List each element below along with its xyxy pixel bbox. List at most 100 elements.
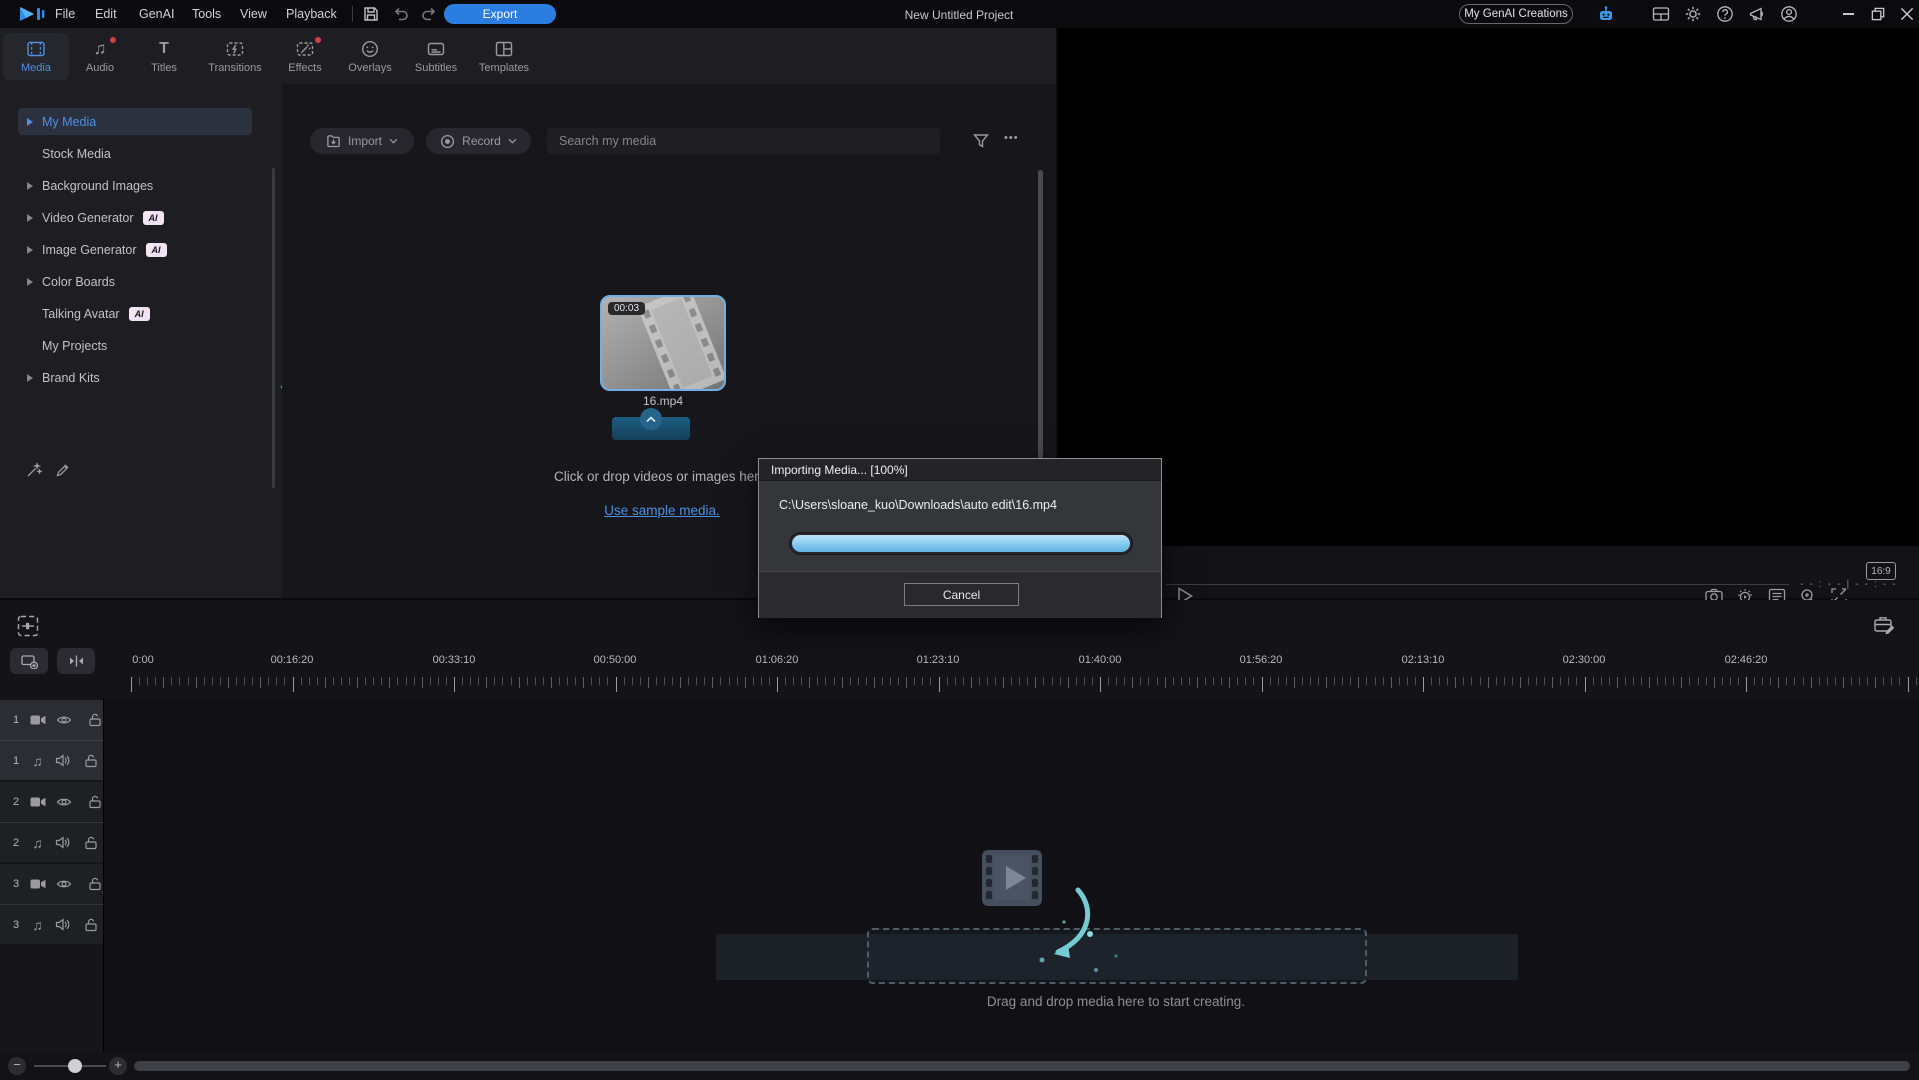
zoom-in-button[interactable]: + — [109, 1057, 127, 1075]
announcement-megaphone-icon[interactable] — [1748, 5, 1766, 23]
import-icon — [326, 134, 341, 149]
add-track-button[interactable] — [10, 648, 48, 674]
track-header-video-1[interactable]: 1 — [0, 700, 103, 740]
eye-visibility-icon[interactable] — [56, 796, 72, 808]
draw-pencil-icon[interactable] — [55, 462, 71, 478]
timeline-track-area[interactable]: Drag and drop media here to start creati… — [104, 698, 1919, 1052]
effects-wand-icon — [295, 39, 315, 59]
toolbox-icon[interactable] — [1872, 612, 1898, 638]
timeline-horizontal-scrollbar[interactable] — [134, 1061, 1910, 1071]
close-button[interactable] — [1897, 5, 1917, 23]
record-icon — [440, 134, 455, 149]
tab-subtitles[interactable]: Subtitles — [403, 33, 469, 80]
tab-effects[interactable]: Effects — [272, 33, 338, 80]
tab-audio[interactable]: ♫ Audio — [67, 33, 133, 80]
track-header-audio-2[interactable]: 2 ♫ — [0, 822, 103, 862]
sidebar-item-background-images[interactable]: Background Images — [18, 172, 252, 199]
filter-funnel-icon[interactable] — [972, 132, 990, 150]
redo-icon[interactable] — [420, 5, 438, 23]
sidebar-item-my-projects[interactable]: My Projects — [18, 332, 252, 359]
sidebar-item-talking-avatar[interactable]: Talking Avatar AI — [18, 300, 252, 327]
cancel-button[interactable]: Cancel — [904, 583, 1019, 606]
import-progress-fill — [792, 535, 1130, 552]
sidebar-item-my-media[interactable]: My Media — [18, 108, 252, 135]
unlock-icon[interactable] — [88, 877, 102, 891]
upload-media-icon — [612, 417, 690, 440]
drop-arrow-graphic-icon — [1020, 838, 1140, 978]
help-icon[interactable] — [1716, 5, 1734, 23]
unlock-icon[interactable] — [84, 918, 98, 932]
importing-media-dialog: Importing Media... [100%] C:\Users\sloan… — [758, 458, 1162, 618]
track-header-audio-1[interactable]: 1 ♫ — [0, 740, 103, 780]
media-clip-thumbnail[interactable]: 00:03 — [600, 295, 726, 391]
account-icon[interactable] — [1780, 5, 1798, 23]
split-clip-button[interactable] — [57, 648, 95, 674]
timeline-section: 0:00 00:16:20 00:33:10 00:50:00 01:06:20… — [0, 600, 1919, 1080]
settings-gear-icon[interactable] — [1684, 5, 1702, 23]
track-header-video-3[interactable]: 3 — [0, 864, 103, 904]
undo-icon[interactable] — [392, 5, 410, 23]
preview-controls-bar: - - : - - | - - : - - — [1058, 546, 1919, 598]
import-button[interactable]: Import — [310, 128, 414, 154]
menu-file[interactable]: File — [55, 7, 75, 21]
chevron-down-icon — [508, 138, 517, 144]
speaker-icon[interactable] — [55, 836, 70, 849]
speaker-icon[interactable] — [55, 754, 70, 767]
save-icon[interactable] — [362, 5, 380, 23]
ai-badge: AI — [146, 243, 167, 257]
preview-seek-bar[interactable] — [1166, 584, 1789, 585]
track-header-video-2[interactable]: 2 — [0, 782, 103, 822]
menu-view[interactable]: View — [240, 7, 267, 21]
record-button[interactable]: Record — [426, 128, 531, 154]
export-button[interactable]: Export — [444, 4, 556, 24]
sidebar-item-stock-media[interactable]: Stock Media — [18, 140, 252, 167]
my-genai-creations-button[interactable]: My GenAI Creations — [1459, 4, 1573, 24]
unlock-icon[interactable] — [88, 795, 102, 809]
video-camera-icon — [30, 796, 46, 808]
titles-icon: T — [159, 39, 169, 59]
unlock-icon[interactable] — [84, 836, 98, 850]
minimize-button[interactable] — [1838, 5, 1858, 23]
menu-genai[interactable]: GenAI — [139, 7, 174, 21]
sidebar-item-image-generator[interactable]: Image Generator AI — [18, 236, 252, 263]
dialog-file-path: C:\Users\sloane_kuo\Downloads\auto edit\… — [779, 498, 1057, 512]
sidebar-scrollbar[interactable] — [272, 168, 275, 488]
track-header-audio-3[interactable]: 3 ♫ — [0, 904, 103, 944]
menu-playback[interactable]: Playback — [286, 7, 337, 21]
tab-transitions[interactable]: Transitions — [202, 33, 268, 80]
preview-video-area[interactable] — [1058, 28, 1919, 546]
aspect-ratio-badge[interactable]: 16:9 — [1866, 562, 1896, 580]
eye-visibility-icon[interactable] — [56, 714, 72, 726]
eye-visibility-icon[interactable] — [56, 878, 72, 890]
ai-badge: AI — [129, 307, 150, 321]
expand-arrow-icon — [27, 118, 33, 126]
robot-icon[interactable] — [1597, 5, 1615, 23]
unlock-icon[interactable] — [88, 713, 102, 727]
chevron-down-icon — [389, 138, 398, 144]
restore-button[interactable] — [1868, 5, 1888, 23]
timeline-settings-icon[interactable] — [16, 614, 40, 638]
sidebar-item-color-boards[interactable]: Color Boards — [18, 268, 252, 295]
layout-icon[interactable] — [1652, 5, 1670, 23]
magic-wand-icon[interactable] — [26, 462, 42, 478]
templates-icon — [494, 39, 514, 59]
sidebar-item-video-generator[interactable]: Video Generator AI — [18, 204, 252, 231]
tab-titles[interactable]: T Titles — [131, 33, 197, 80]
music-note-icon: ♫ — [30, 753, 45, 769]
unlock-icon[interactable] — [84, 754, 98, 768]
timeline-empty-hint: Drag and drop media here to start creati… — [916, 994, 1316, 1009]
import-progress-bar — [789, 532, 1133, 555]
subtitles-icon — [426, 39, 446, 59]
more-options-icon[interactable]: ••• — [1004, 132, 1019, 144]
tab-templates[interactable]: Templates — [471, 33, 537, 80]
zoom-slider-handle[interactable] — [68, 1059, 82, 1073]
sidebar-item-brand-kits[interactable]: Brand Kits — [18, 364, 252, 391]
search-input[interactable] — [547, 128, 940, 154]
zoom-out-button[interactable]: − — [8, 1057, 26, 1075]
clip-duration-badge: 00:03 — [608, 302, 645, 315]
speaker-icon[interactable] — [55, 918, 70, 931]
tab-overlays[interactable]: Overlays — [337, 33, 403, 80]
menu-edit[interactable]: Edit — [95, 7, 117, 21]
menu-tools[interactable]: Tools — [192, 7, 221, 21]
tab-media[interactable]: Media — [3, 33, 69, 80]
